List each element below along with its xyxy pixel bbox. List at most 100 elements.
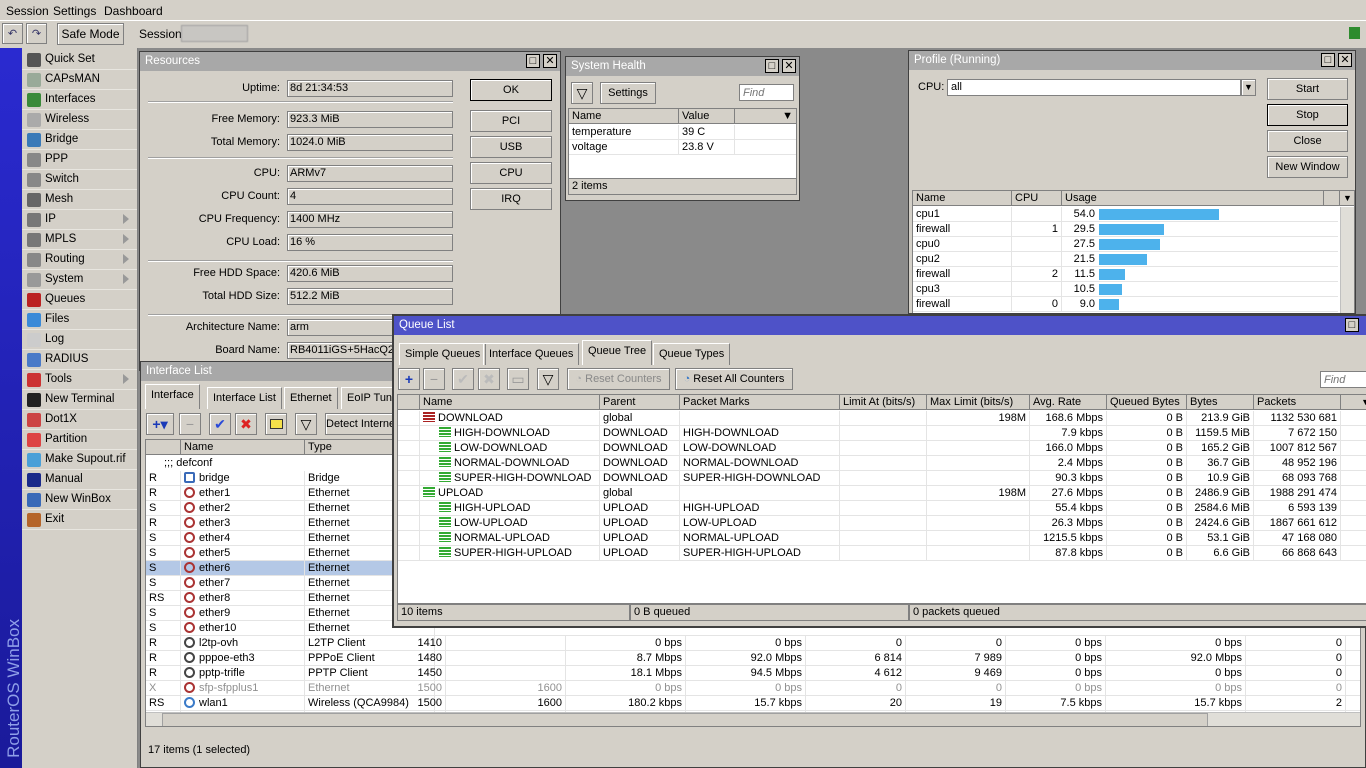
scrollbar[interactable]	[1340, 207, 1354, 313]
find-input[interactable]	[1320, 371, 1366, 388]
maximize-icon[interactable]: □	[526, 54, 540, 68]
column-menu-icon[interactable]: ▼	[1340, 191, 1354, 206]
sidebar-item-make-supout-rif[interactable]: Make Supout.rif	[22, 450, 137, 470]
sidebar-item-ppp[interactable]: PPP	[22, 150, 137, 170]
column-header-marks[interactable]: Packet Marks	[680, 395, 840, 410]
sidebar-item-quick-set[interactable]: Quick Set	[22, 50, 137, 70]
sidebar-item-new-terminal[interactable]: New Terminal	[22, 390, 137, 410]
table-row[interactable]: HIGH-DOWNLOAD DOWNLOAD HIGH-DOWNLOAD 7.9 kb…	[398, 426, 1366, 441]
table-row[interactable]: SUPER-HIGH-UPLOAD UPLOAD SUPER-HIGH-UPLOAD…	[398, 546, 1366, 561]
remove-icon[interactable]: −	[179, 413, 201, 435]
tab-interface-queues[interactable]: Interface Queues	[483, 343, 580, 365]
sidebar-item-mpls[interactable]: MPLS	[22, 230, 137, 250]
disable-icon[interactable]: ✖	[478, 368, 500, 390]
table-row[interactable]: Rpptp-trifle PPTP Client 1450 18.1 Mbps 94.5…	[146, 666, 1360, 681]
detect-internet-button[interactable]: Detect Internet	[325, 413, 395, 435]
health-titlebar[interactable]: System Health □ ✕	[566, 57, 799, 76]
comment-icon[interactable]: ▭	[507, 368, 529, 390]
sidebar-item-log[interactable]: Log	[22, 330, 137, 350]
add-icon[interactable]: +	[398, 368, 420, 390]
tab-queue-tree[interactable]: Queue Tree	[582, 340, 653, 365]
tab-queue-types[interactable]: Queue Types	[653, 343, 731, 365]
sidebar-item-partition[interactable]: Partition	[22, 430, 137, 450]
add-dropdown-icon[interactable]: +▾	[146, 413, 174, 435]
sidebar-item-ip[interactable]: IP	[22, 210, 137, 230]
settings-button[interactable]: Settings	[600, 82, 656, 104]
queue-list-titlebar[interactable]: Queue List □	[394, 316, 1366, 335]
close-icon[interactable]: ✕	[1338, 53, 1352, 67]
table-row[interactable]: firewall 1 29.5	[913, 222, 1338, 237]
column-header-usage[interactable]: Usage	[1062, 191, 1324, 206]
new-window-button[interactable]: New Window	[1267, 156, 1348, 178]
column-menu-icon[interactable]: ▼	[1341, 395, 1366, 410]
table-row[interactable]: cpu3 10.5	[913, 282, 1338, 297]
comment-icon[interactable]	[265, 413, 287, 435]
sidebar-item-interfaces[interactable]: Interfaces	[22, 90, 137, 110]
scrollbar-thumb[interactable]	[162, 713, 1208, 726]
table-row[interactable]: voltage 23.8 V	[569, 140, 796, 155]
table-row[interactable]: cpu2 21.5	[913, 252, 1338, 267]
filter-icon[interactable]: ▽	[571, 82, 593, 104]
sidebar-item-wireless[interactable]: Wireless	[22, 110, 137, 130]
sidebar-item-files[interactable]: Files	[22, 310, 137, 330]
close-icon[interactable]: ✕	[543, 54, 557, 68]
table-row[interactable]: firewall 2 11.5	[913, 267, 1338, 282]
column-header-rate[interactable]: Avg. Rate	[1030, 395, 1107, 410]
resources-titlebar[interactable]: Resources □ ✕	[140, 52, 560, 71]
stop-button[interactable]: Stop	[1267, 104, 1348, 126]
remove-icon[interactable]: −	[423, 368, 445, 390]
column-header-packets[interactable]: Packets	[1254, 395, 1341, 410]
tab-interface[interactable]: Interface	[145, 384, 200, 409]
sidebar-item-routing[interactable]: Routing	[22, 250, 137, 270]
sidebar-item-queues[interactable]: Queues	[22, 290, 137, 310]
table-row[interactable]: Xsfp-sfpplus1 Ethernet 1500 1600 0 bps 0 bps 0…	[146, 681, 1360, 696]
table-row[interactable]: cpu0 27.5	[913, 237, 1338, 252]
filter-icon[interactable]: ▽	[295, 413, 317, 435]
safe-mode-button[interactable]: Safe Mode	[57, 23, 124, 45]
table-row[interactable]: LOW-DOWNLOAD DOWNLOAD LOW-DOWNLOAD 166.0 Mb…	[398, 441, 1366, 456]
table-row[interactable]: LOW-UPLOAD UPLOAD LOW-UPLOAD 26.3 Mbps 0 B 24…	[398, 516, 1366, 531]
sidebar-item-tools[interactable]: Tools	[22, 370, 137, 390]
menu-session[interactable]: Session	[6, 4, 49, 18]
cpu-select[interactable]: all	[947, 79, 1241, 96]
sidebar-item-mesh[interactable]: Mesh	[22, 190, 137, 210]
close-button[interactable]: Close	[1267, 130, 1348, 152]
sidebar-item-new-winbox[interactable]: New WinBox	[22, 490, 137, 510]
column-header-parent[interactable]: Parent	[600, 395, 680, 410]
enable-icon[interactable]: ✔	[452, 368, 474, 390]
table-row[interactable]: NORMAL-DOWNLOAD DOWNLOAD NORMAL-DOWNLOAD 2.…	[398, 456, 1366, 471]
button-usb[interactable]: USB	[470, 136, 552, 158]
table-row[interactable]: SUPER-HIGH-DOWNLOAD DOWNLOAD SUPER-HIGH-DO…	[398, 471, 1366, 486]
column-header-limit[interactable]: Limit At (bits/s)	[840, 395, 927, 410]
menu-dashboard[interactable]: Dashboard	[104, 4, 163, 18]
undo-icon[interactable]: ↶	[2, 23, 23, 44]
table-row[interactable]: cpu1 54.0	[913, 207, 1338, 222]
column-header-name[interactable]: Name	[181, 440, 305, 455]
enable-icon[interactable]: ✔	[209, 413, 231, 435]
table-row[interactable]: DOWNLOAD global 198M 168.6 Mbps 0 B 213.9 GiB…	[398, 411, 1366, 426]
sidebar-item-dot1x[interactable]: Dot1X	[22, 410, 137, 430]
column-header-name[interactable]: Name	[569, 109, 679, 124]
column-menu-icon[interactable]: ▼	[735, 109, 796, 124]
sidebar-item-system[interactable]: System	[22, 270, 137, 290]
sidebar-item-switch[interactable]: Switch	[22, 170, 137, 190]
column-header-value[interactable]: Value	[679, 109, 735, 124]
button-ok[interactable]: OK	[470, 79, 552, 101]
table-row[interactable]: UPLOAD global 198M 27.6 Mbps 0 B 2486.9 GiB 19…	[398, 486, 1366, 501]
maximize-icon[interactable]: □	[1321, 53, 1335, 67]
maximize-icon[interactable]: □	[1345, 318, 1359, 332]
dropdown-icon[interactable]: ▼	[1241, 79, 1256, 96]
button-cpu[interactable]: CPU	[470, 162, 552, 184]
reset-counters-button[interactable]: ◔ Reset Counters	[567, 368, 670, 390]
column-header-name[interactable]: Name	[420, 395, 600, 410]
table-row[interactable]: firewall 0 9.0	[913, 297, 1338, 312]
find-input[interactable]	[739, 84, 794, 101]
table-row[interactable]: temperature 39 C	[569, 125, 796, 140]
column-header-bytes[interactable]: Bytes	[1187, 395, 1254, 410]
table-row[interactable]: NORMAL-UPLOAD UPLOAD NORMAL-UPLOAD 1215.5 k…	[398, 531, 1366, 546]
sidebar-item-radius[interactable]: RADIUS	[22, 350, 137, 370]
column-header-queued[interactable]: Queued Bytes	[1107, 395, 1187, 410]
maximize-icon[interactable]: □	[765, 59, 779, 73]
column-header-cpu[interactable]: CPU	[1012, 191, 1062, 206]
tab-simple-queues[interactable]: Simple Queues	[399, 343, 487, 365]
